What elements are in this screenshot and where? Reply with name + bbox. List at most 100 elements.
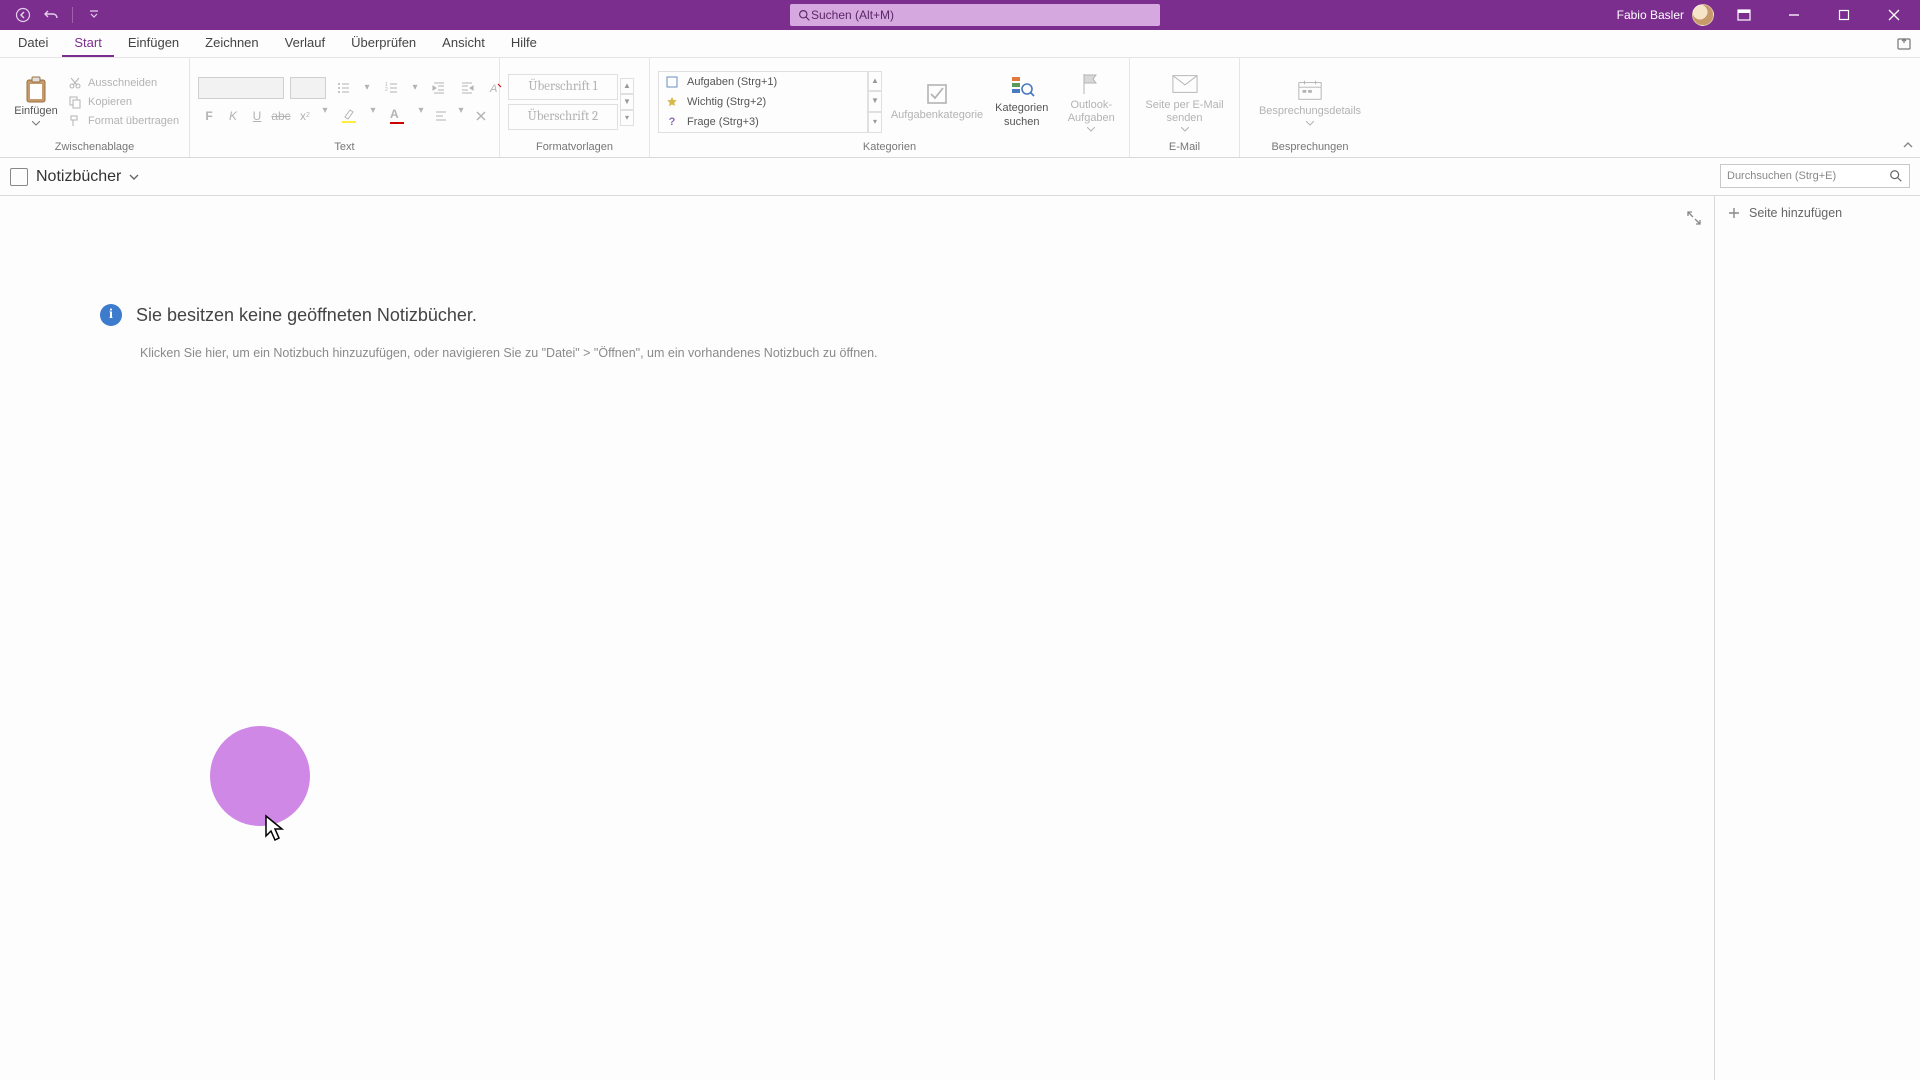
meeting-details-button[interactable]: Besprechungsdetails	[1255, 77, 1365, 125]
add-page-button[interactable]: Seite hinzufügen	[1715, 196, 1920, 230]
style-heading2[interactable]: Überschrift 2	[508, 104, 618, 130]
minimize-button[interactable]	[1774, 0, 1814, 30]
format-painter-button[interactable]: Format übertragen	[68, 112, 179, 130]
page-search[interactable]	[1720, 164, 1910, 188]
tags-scroll-down[interactable]: ▼	[868, 91, 882, 112]
click-highlight-indicator	[210, 726, 310, 826]
envelope-icon	[1172, 71, 1198, 97]
checkbox-icon	[665, 75, 679, 89]
indent-button[interactable]	[456, 77, 478, 99]
add-page-label: Seite hinzufügen	[1749, 206, 1842, 220]
clipboard-icon	[23, 77, 49, 103]
paste-label: Einfügen	[14, 105, 57, 118]
styles-scroll-down[interactable]: ▼	[620, 94, 634, 110]
tab-start[interactable]: Start	[62, 29, 113, 57]
empty-notebook-hint[interactable]: Klicken Sie hier, um ein Notizbuch hinzu…	[140, 346, 878, 360]
search-icon	[798, 9, 811, 22]
account-button[interactable]: Fabio Basler	[1617, 4, 1714, 26]
avatar	[1692, 4, 1714, 26]
outdent-button[interactable]	[428, 77, 450, 99]
tab-verlauf[interactable]: Verlauf	[273, 29, 337, 57]
cut-button[interactable]: Ausschneiden	[68, 74, 179, 92]
tab-hilfe[interactable]: Hilfe	[499, 29, 549, 57]
mouse-cursor-icon	[264, 814, 286, 842]
tag-important[interactable]: Wichtig (Strg+2)	[659, 92, 867, 112]
tags-more[interactable]: ▾	[868, 112, 882, 133]
strike-button[interactable]: abc	[270, 105, 292, 127]
email-page-button[interactable]: Seite per E-Mail senden	[1140, 71, 1230, 132]
tag-gallery[interactable]: Aufgaben (Strg+1) Wichtig (Strg+2) ? Fra…	[658, 71, 868, 133]
tab-ansicht[interactable]: Ansicht	[430, 29, 497, 57]
tab-zeichnen[interactable]: Zeichnen	[193, 29, 270, 57]
global-search[interactable]	[790, 4, 1160, 26]
main-area: i Sie besitzen keine geöffneten Notizbüc…	[0, 196, 1920, 1080]
page-list-panel: Seite hinzufügen	[1714, 196, 1920, 1080]
subscript-button[interactable]: x2	[294, 105, 316, 127]
underline-button[interactable]: U	[246, 105, 268, 127]
checkbox-large-icon	[924, 81, 950, 107]
info-icon: i	[100, 304, 122, 326]
paste-button[interactable]: Einfügen	[8, 77, 64, 125]
copy-button[interactable]: Kopieren	[68, 93, 179, 111]
maximize-button[interactable]	[1824, 0, 1864, 30]
font-family-combo[interactable]	[198, 77, 284, 99]
global-search-input[interactable]	[811, 8, 1152, 22]
undo-button[interactable]	[40, 4, 62, 26]
page-canvas[interactable]: i Sie besitzen keine geöffneten Notizbüc…	[0, 196, 1714, 1080]
fullscreen-toggle[interactable]	[1686, 210, 1702, 226]
plus-icon	[1727, 206, 1741, 220]
email-group-label: E-Mail	[1138, 141, 1231, 155]
todo-tag-button[interactable]: Aufgabenkategorie	[892, 81, 982, 122]
copy-icon	[68, 95, 82, 109]
font-color-button[interactable]: A	[382, 105, 412, 127]
close-button[interactable]	[1874, 0, 1914, 30]
tag-todo[interactable]: Aufgaben (Strg+1)	[659, 72, 867, 92]
find-tags-button[interactable]: Kategorien suchen	[992, 74, 1052, 128]
text-group-label: Text	[198, 141, 491, 155]
styles-more[interactable]: ▾	[620, 110, 634, 126]
chevron-down-icon	[129, 174, 139, 180]
share-button[interactable]	[1896, 36, 1912, 52]
bullets-button[interactable]	[332, 77, 354, 99]
tab-ueberpruefen[interactable]: Überprüfen	[339, 29, 428, 57]
svg-text:A: A	[489, 83, 497, 95]
numbering-button[interactable]: 12	[380, 77, 402, 99]
tag-search-icon	[1009, 74, 1035, 100]
tag-question[interactable]: ? Frage (Strg+3)	[659, 112, 867, 132]
collapse-ribbon-button[interactable]	[1902, 139, 1914, 151]
notebook-icon	[10, 168, 28, 186]
page-search-input[interactable]	[1727, 170, 1889, 182]
title-bar: OneNote Fabio Basler	[0, 0, 1920, 30]
user-name: Fabio Basler	[1617, 8, 1684, 22]
meetings-group-label: Besprechungen	[1248, 141, 1372, 155]
highlight-button[interactable]	[334, 105, 364, 127]
back-button[interactable]	[12, 4, 34, 26]
font-size-combo[interactable]	[290, 77, 326, 99]
tags-scroll-up[interactable]: ▲	[868, 71, 882, 92]
tab-einfuegen[interactable]: Einfügen	[116, 29, 191, 57]
tab-datei[interactable]: Datei	[6, 29, 60, 57]
paintbrush-icon	[68, 114, 82, 128]
outlook-tasks-button[interactable]: Outlook-Aufgaben	[1062, 71, 1122, 132]
style-heading1[interactable]: Überschrift 1	[508, 74, 618, 100]
align-button[interactable]	[430, 105, 452, 127]
star-icon	[665, 95, 679, 109]
styles-gallery[interactable]: Überschrift 1 Überschrift 2	[508, 74, 618, 130]
bold-button[interactable]: F	[198, 105, 220, 127]
delete-format-button[interactable]	[470, 105, 492, 127]
qat-customize-button[interactable]	[83, 4, 105, 26]
flag-icon	[1078, 71, 1104, 97]
clipboard-group-label: Zwischenablage	[8, 141, 181, 155]
italic-button[interactable]: K	[222, 105, 244, 127]
question-icon: ?	[665, 115, 679, 129]
calendar-icon	[1297, 77, 1323, 103]
notebook-selector-label: Notizbücher	[36, 168, 121, 186]
notebook-nav-bar: Notizbücher	[0, 158, 1920, 196]
scissors-icon	[68, 76, 82, 90]
search-icon	[1889, 169, 1903, 183]
ribbon: Einfügen Ausschneiden Kopieren	[0, 58, 1920, 158]
styles-scroll-up[interactable]: ▲	[620, 78, 634, 94]
ribbon-tabs: Datei Start Einfügen Zeichnen Verlauf Üb…	[0, 30, 1920, 58]
notebook-selector[interactable]: Notizbücher	[10, 168, 139, 186]
ribbon-display-options[interactable]	[1724, 0, 1764, 30]
